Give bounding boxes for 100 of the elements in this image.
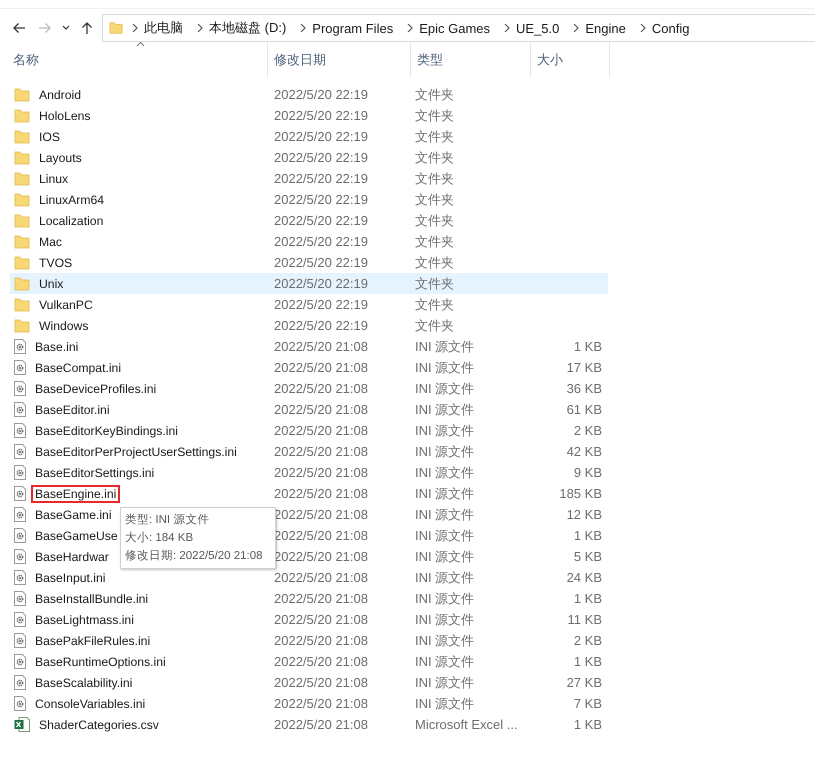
gear-document-icon — [14, 507, 26, 522]
file-name[interactable]: BaseInstallBundle.ini — [31, 590, 152, 608]
file-name[interactable]: BaseGameUse — [31, 526, 122, 544]
folder-icon — [14, 276, 30, 290]
file-type: INI 源文件 — [414, 568, 476, 586]
modified-date: 2022/5/20 22:19 — [273, 87, 369, 102]
file-size: 11 KB — [566, 612, 603, 627]
file-name[interactable]: Localization — [35, 212, 108, 230]
modified-date: 2022/5/20 21:08 — [273, 486, 369, 501]
file-name[interactable]: BaseDeviceProfiles.ini — [31, 380, 160, 398]
breadcrumb[interactable]: Engine — [580, 20, 631, 36]
file-name[interactable]: IOS — [35, 128, 64, 146]
file-name[interactable]: Mac — [35, 232, 66, 250]
file-type: 文件夹 — [414, 106, 455, 124]
file-size: 5 KB — [572, 549, 603, 564]
file-type: 文件夹 — [414, 86, 455, 104]
gear-document-icon — [14, 381, 26, 396]
modified-date: 2022/5/20 21:08 — [273, 549, 369, 564]
up-arrow-icon — [81, 21, 93, 35]
file-name[interactable]: Layouts — [35, 148, 86, 166]
modified-date: 2022/5/20 21:08 — [273, 675, 369, 690]
address-bar[interactable]: 此电脑 本地磁盘 (D:) Program Files Epic Games UE_5.0 Engine Config — [102, 14, 815, 42]
file-name[interactable]: Unix — [35, 274, 68, 292]
file-name[interactable]: VulkanPC — [35, 296, 97, 314]
file-name[interactable]: Android — [35, 86, 86, 104]
file-name[interactable]: BaseGame.ini — [31, 506, 116, 524]
file-name[interactable]: BaseScalability.ini — [31, 674, 136, 692]
column-header[interactable]: 名称 — [13, 51, 39, 69]
file-type: INI 源文件 — [414, 632, 476, 650]
gear-document-icon — [14, 486, 26, 501]
chevron-icon — [638, 23, 647, 33]
breadcrumb[interactable]: 本地磁盘 (D:) — [204, 19, 292, 37]
file-name[interactable]: Windows — [35, 316, 92, 334]
modified-date: 2022/5/20 21:08 — [273, 381, 369, 396]
breadcrumb[interactable]: Config — [646, 20, 694, 36]
file-name[interactable]: Base.ini — [31, 338, 82, 356]
file-type: INI 源文件 — [414, 652, 476, 670]
file-type: 文件夹 — [414, 232, 455, 250]
folder-icon — [14, 150, 30, 164]
file-name[interactable]: BaseLightmass.ini — [31, 610, 138, 628]
modified-date: 2022/5/20 21:08 — [273, 423, 369, 438]
gear-document-icon — [14, 423, 26, 438]
file-name[interactable]: Linux — [35, 170, 72, 188]
file-size: 36 KB — [566, 381, 603, 396]
column-header[interactable]: 修改日期 — [274, 51, 326, 69]
file-name[interactable]: BaseCompat.ini — [31, 358, 126, 376]
breadcrumb[interactable]: Epic Games — [414, 20, 496, 36]
tooltip-line: 修改日期: 2022/5/20 21:08 — [125, 548, 264, 564]
file-name[interactable]: BaseEditorPerProjectUserSettings.ini — [31, 442, 241, 460]
modified-date: 2022/5/20 21:08 — [273, 696, 369, 711]
modified-date: 2022/5/20 21:08 — [273, 633, 369, 648]
modified-date: 2022/5/20 22:19 — [273, 213, 369, 228]
file-size: 1 KB — [572, 654, 603, 669]
file-size: 2 KB — [572, 423, 603, 438]
file-name[interactable]: BasePakFileRules.ini — [31, 632, 154, 650]
gear-document-icon — [14, 465, 26, 480]
folder-icon — [14, 214, 30, 228]
file-name[interactable]: BaseHardwar — [31, 548, 113, 566]
file-type: 文件夹 — [414, 212, 455, 230]
gear-document-icon — [14, 654, 26, 669]
file-name[interactable]: BaseEngine.ini — [31, 484, 120, 502]
modified-date: 2022/5/20 22:19 — [273, 318, 369, 333]
modified-date: 2022/5/20 22:19 — [273, 129, 369, 144]
breadcrumb[interactable]: Program Files — [307, 20, 398, 36]
file-name[interactable]: BaseRuntimeOptions.ini — [31, 652, 170, 670]
chevron-icon — [572, 23, 580, 33]
file-type: INI 源文件 — [414, 464, 476, 482]
breadcrumb[interactable]: 此电脑 — [139, 19, 188, 37]
modified-date: 2022/5/20 21:08 — [273, 528, 369, 543]
file-name[interactable]: LinuxArm64 — [35, 190, 108, 208]
file-name[interactable]: ShaderCategories.csv — [35, 716, 163, 734]
file-name[interactable]: BaseEditor.ini — [31, 400, 114, 418]
file-name[interactable]: BaseEditorKeyBindings.ini — [31, 422, 182, 440]
file-type: INI 源文件 — [414, 674, 476, 692]
modified-date: 2022/5/20 21:08 — [273, 612, 369, 627]
breadcrumb[interactable]: UE_5.0 — [511, 20, 564, 36]
file-size: 185 KB — [558, 486, 603, 501]
file-name[interactable]: BaseEditorSettings.ini — [31, 464, 158, 482]
file-size: 9 KB — [572, 465, 603, 480]
column-header[interactable]: 大小 — [537, 51, 563, 69]
file-name[interactable]: ConsoleVariables.ini — [31, 694, 150, 712]
sort-up-icon — [136, 41, 144, 47]
file-type: 文件夹 — [414, 170, 455, 188]
gear-document-icon — [14, 339, 26, 354]
file-name[interactable]: HoloLens — [35, 106, 94, 124]
gear-document-icon — [14, 444, 26, 459]
modified-date: 2022/5/20 22:19 — [273, 192, 369, 207]
modified-date: 2022/5/20 21:08 — [273, 465, 369, 480]
chevron-icon — [131, 23, 139, 33]
file-type: INI 源文件 — [414, 338, 476, 356]
file-name[interactable]: TVOS — [35, 254, 76, 272]
file-type: Microsoft Excel ... — [414, 717, 519, 732]
column-header[interactable]: 类型 — [417, 51, 443, 69]
folder-icon — [14, 234, 30, 248]
modified-date: 2022/5/20 22:19 — [273, 297, 369, 312]
file-size: 17 KB — [566, 360, 603, 375]
hovered-row[interactable]: Unix 2022/5/20 22:19 文件夹 — [10, 273, 608, 294]
file-type: 文件夹 — [414, 148, 455, 166]
modified-date: 2022/5/20 21:08 — [273, 339, 369, 354]
file-name[interactable]: BaseInput.ini — [31, 568, 110, 586]
